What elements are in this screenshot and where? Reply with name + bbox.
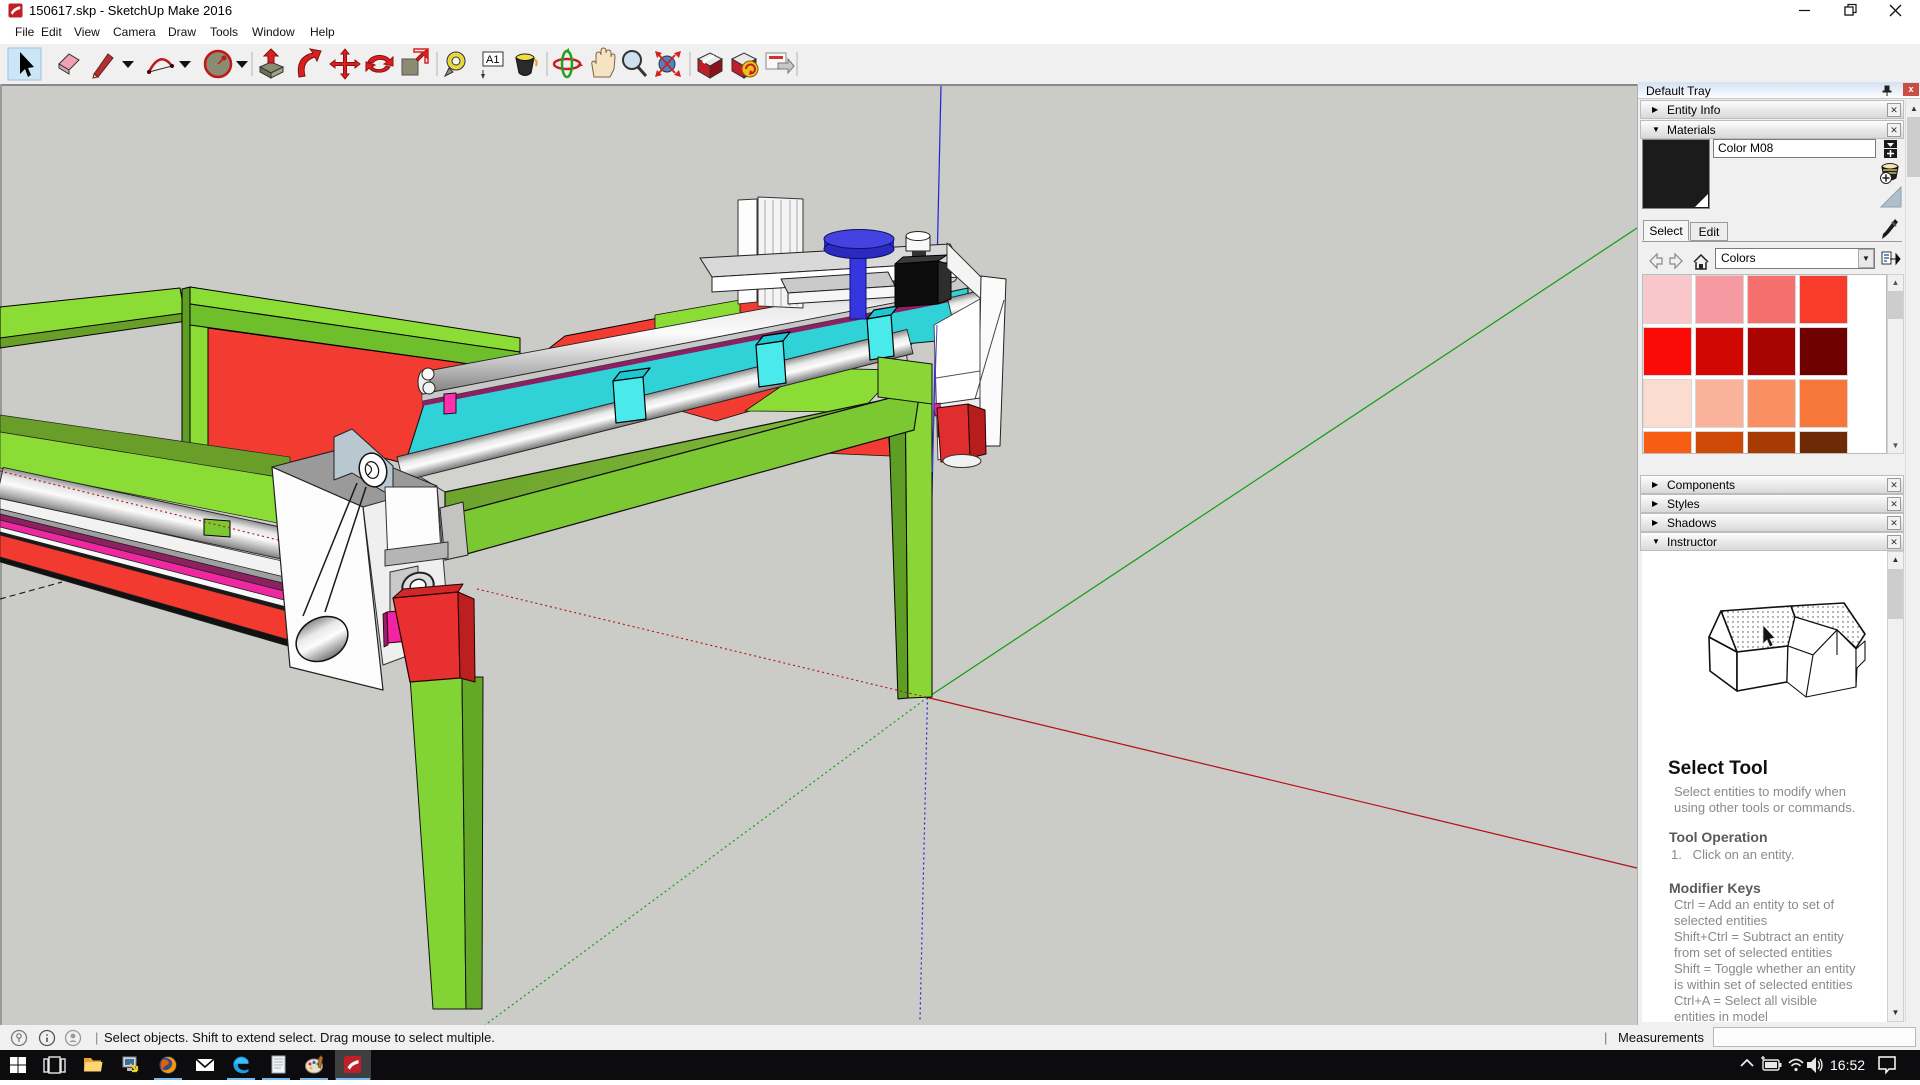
svg-text:16:52: 16:52: [1830, 1057, 1865, 1073]
svg-text:A1: A1: [486, 54, 499, 66]
